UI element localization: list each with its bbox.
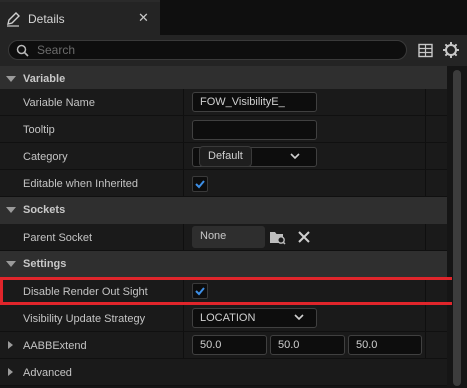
chevron-down-icon (290, 153, 300, 160)
chevron-down-icon (294, 314, 304, 321)
column-divider (183, 89, 184, 115)
search-toolbar (0, 35, 467, 66)
aabb-extend-y-field[interactable]: 50.0 (270, 335, 345, 355)
parent-socket-value[interactable]: None (192, 226, 265, 248)
variable-name-field[interactable]: FOW_VisibilityE_ (192, 92, 317, 112)
category-sockets[interactable]: Sockets (0, 197, 447, 224)
collapse-arrow-icon (6, 261, 16, 267)
category-settings[interactable]: Settings (0, 251, 447, 278)
property-row-variable-name: Variable Name FOW_VisibilityE_ (0, 89, 447, 116)
property-row-parent-socket: Parent Socket None (0, 224, 447, 251)
property-label: Visibility Update Strategy (23, 313, 146, 325)
property-row-disable-render-out-sight: Disable Render Out Sight (0, 278, 447, 305)
column-divider (425, 224, 426, 250)
column-divider (183, 224, 184, 250)
tooltip-field[interactable] (192, 120, 317, 140)
property-row-aabb-extend: AABBExtend 50.0 50.0 50.0 (0, 332, 447, 359)
property-row-tooltip: Tooltip (0, 116, 447, 143)
property-row-editable-when-inherited: Editable when Inherited (0, 170, 447, 197)
property-label: Disable Render Out Sight (23, 286, 148, 298)
search-icon (16, 44, 29, 57)
aabb-extend-z-field[interactable]: 50.0 (348, 335, 422, 355)
column-divider (425, 116, 426, 142)
column-divider (183, 170, 184, 196)
checkmark-icon (195, 180, 205, 189)
column-divider (425, 89, 426, 115)
property-label: Category (23, 151, 68, 163)
column-divider (183, 116, 184, 142)
property-label: Variable Name (23, 97, 95, 109)
close-icon[interactable]: ✕ (138, 11, 149, 25)
dropdown-value: LOCATION (200, 312, 256, 324)
property-row-advanced[interactable]: Advanced (0, 359, 447, 386)
expand-arrow-icon[interactable] (8, 341, 13, 349)
column-divider (425, 143, 426, 169)
column-divider (183, 305, 184, 331)
aabb-extend-x-field[interactable]: 50.0 (192, 335, 267, 355)
search-box[interactable] (8, 40, 407, 60)
category-dropdown[interactable]: Default (192, 146, 317, 167)
category-label: Variable (23, 73, 66, 85)
column-divider (425, 170, 426, 196)
disable-render-out-sight-checkbox[interactable] (192, 283, 208, 299)
pencil-icon (7, 12, 20, 27)
visibility-update-strategy-dropdown[interactable]: LOCATION (192, 308, 317, 328)
checkmark-icon (195, 287, 205, 296)
category-label: Settings (23, 258, 67, 270)
category-value: Default (199, 146, 252, 167)
scrollbar-thumb[interactable] (453, 70, 461, 386)
tab-bar: Details ✕ (0, 0, 467, 35)
table-icon[interactable] (418, 43, 433, 58)
column-divider (183, 332, 184, 358)
column-divider (425, 278, 426, 304)
column-divider (183, 278, 184, 304)
column-divider (425, 332, 426, 358)
editable-when-inherited-checkbox[interactable] (192, 176, 208, 192)
property-label: Advanced (23, 367, 72, 379)
property-label: Tooltip (23, 124, 55, 136)
search-input[interactable] (37, 42, 397, 58)
clear-icon[interactable] (297, 230, 311, 244)
column-divider (425, 305, 426, 331)
tab-title: Details (28, 12, 65, 26)
property-label: AABBExtend (23, 340, 87, 352)
gear-icon[interactable] (442, 41, 460, 59)
property-label: Parent Socket (23, 232, 93, 244)
expand-arrow-icon[interactable] (8, 368, 13, 376)
property-row-visibility-update-strategy: Visibility Update Strategy LOCATION (0, 305, 447, 332)
column-divider (183, 143, 184, 169)
category-label: Sockets (23, 204, 66, 216)
browse-socket-icon[interactable] (269, 229, 286, 245)
property-row-category: Category Default (0, 143, 447, 170)
collapse-arrow-icon (6, 207, 16, 213)
details-tab[interactable]: Details ✕ (0, 0, 160, 35)
collapse-arrow-icon (6, 76, 16, 82)
property-label: Editable when Inherited (23, 178, 138, 190)
